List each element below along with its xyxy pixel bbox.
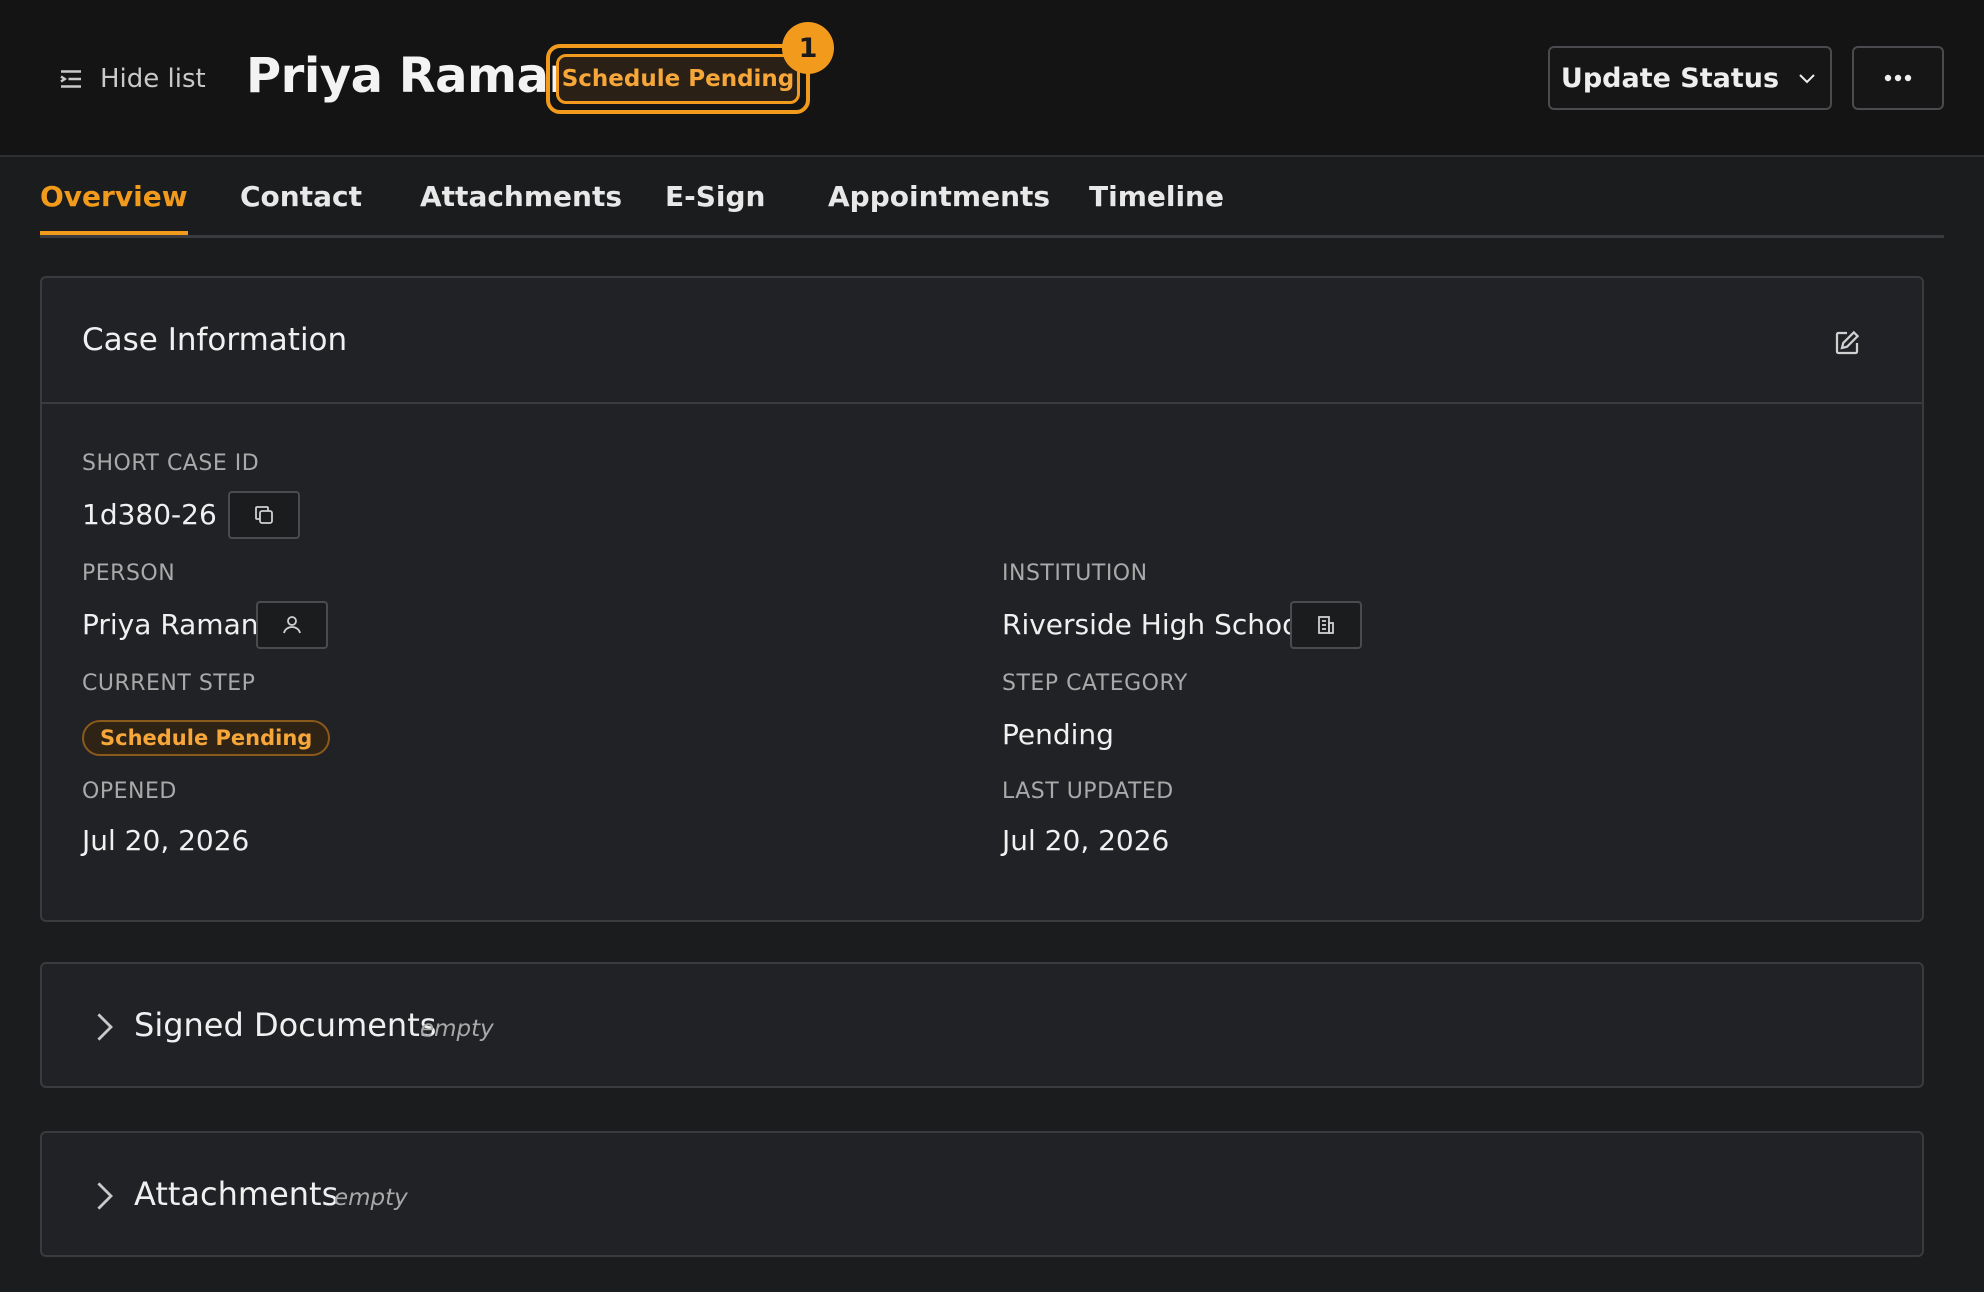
edit-icon[interactable] [1832,328,1862,358]
opened-label: OPENED [82,779,177,804]
chevron-right-icon [97,1013,113,1041]
last-updated-value: Jul 20, 2026 [1002,824,1170,857]
tab-e-sign[interactable]: E-Sign [665,180,766,235]
attachments-section[interactable]: Attachments empty [40,1131,1924,1257]
page-title: Priya Raman [246,48,583,104]
current-step-pill: Schedule Pending [82,720,331,756]
copy-case-id-button[interactable] [228,491,300,539]
signed-documents-empty-label: empty [420,1016,494,1042]
tab-bar: Overview Contact Attachments E-Sign Appo… [40,158,1944,238]
attachments-title: Attachments [134,1175,339,1213]
status-chip[interactable]: Schedule Pending [546,44,810,114]
more-options-button[interactable] [1852,46,1944,110]
building-icon [1318,616,1334,634]
tab-appointments[interactable]: Appointments [828,180,1050,235]
short-case-id-value: 1d380-26 [82,498,217,531]
person-label: PERSON [82,561,176,586]
update-status-button[interactable]: Update Status [1548,46,1832,110]
card-title: Case Information [82,322,348,358]
view-institution-button[interactable] [1290,601,1362,649]
list-indent-icon [60,70,81,88]
tab-contact[interactable]: Contact [240,180,362,235]
update-status-label: Update Status [1560,62,1780,94]
notification-badge: 1 [782,22,834,74]
tab-overview[interactable]: Overview [40,180,188,235]
attachments-empty-label: empty [334,1185,408,1211]
step-category-label: STEP CATEGORY [1002,671,1188,696]
copy-icon [255,506,273,524]
case-information-card: Case Information SHORT CASE ID 1d380-26 … [40,276,1924,922]
top-bar: Hide list Priya Raman Schedule Pending 1… [0,0,1984,157]
person-value: Priya Raman [82,608,259,641]
signed-documents-title: Signed Documents [134,1006,437,1044]
current-step-label: CURRENT STEP [82,671,256,696]
step-category-value: Pending [1002,718,1114,751]
ellipsis-icon [1884,74,1912,82]
chevron-down-icon [1799,74,1815,84]
institution-label: INSTITUTION [1002,561,1148,586]
institution-value: Riverside High School [1002,608,1308,641]
status-chip-label: Schedule Pending [556,54,800,104]
tab-attachments[interactable]: Attachments [420,180,622,235]
card-header: Case Information [42,278,1922,404]
opened-value: Jul 20, 2026 [82,824,250,857]
chevron-right-icon [97,1182,113,1210]
signed-documents-section[interactable]: Signed Documents empty [40,962,1924,1088]
short-case-id-label: SHORT CASE ID [82,451,260,476]
view-person-button[interactable] [256,601,328,649]
last-updated-label: LAST UPDATED [1002,779,1174,804]
hide-list-label: Hide list [100,64,206,94]
hide-list-button[interactable]: Hide list [56,60,206,98]
user-icon [283,616,301,634]
tab-timeline[interactable]: Timeline [1089,180,1224,235]
